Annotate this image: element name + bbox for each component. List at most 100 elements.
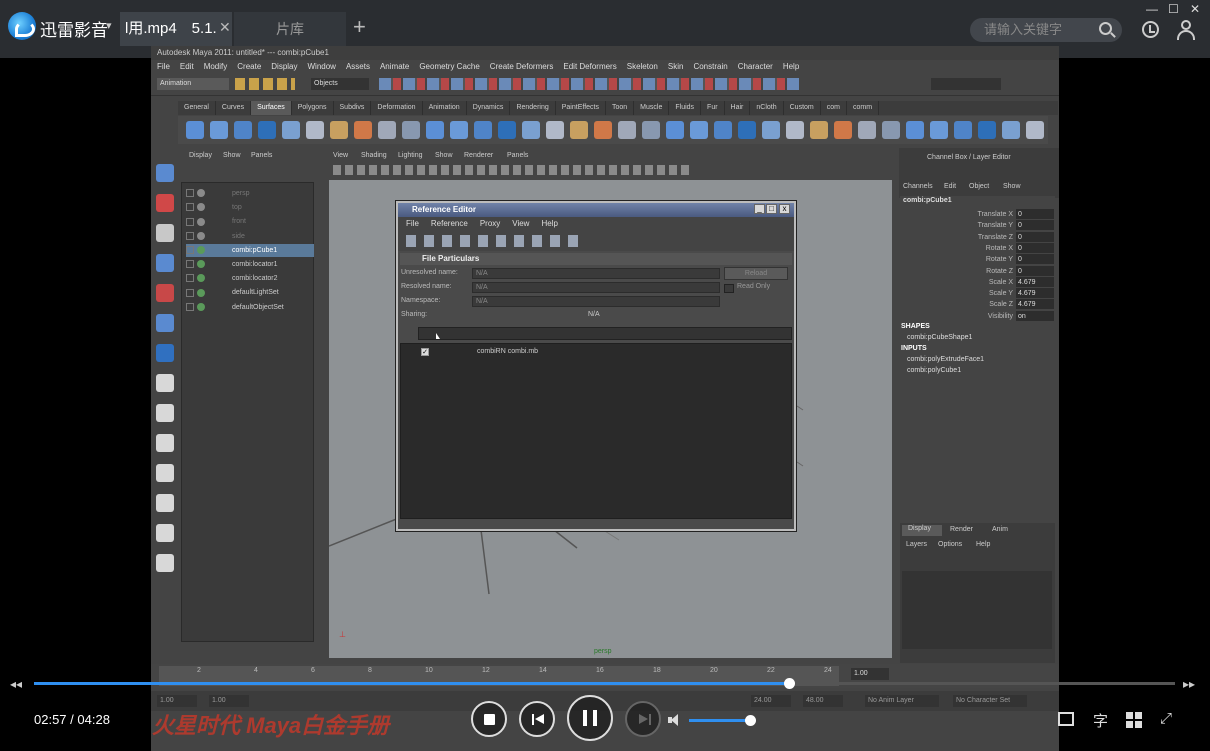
channel-value: 0 bbox=[1016, 209, 1054, 219]
previous-button[interactable] bbox=[519, 701, 555, 737]
field-label: Resolved name: bbox=[401, 283, 452, 290]
search-icon[interactable] bbox=[1099, 22, 1112, 35]
shelf-tool-icon bbox=[714, 121, 732, 139]
viewport-menu-item: Lighting bbox=[398, 152, 423, 159]
shelf-tabs: General Curves Surfaces Polygons Subdivs Defo… bbox=[178, 101, 1058, 115]
shelf-tab: Hair bbox=[725, 101, 751, 115]
shelf-tool-icon bbox=[234, 121, 252, 139]
viewport-menu-item: Show bbox=[435, 152, 453, 159]
channel-menu-item: Channels bbox=[903, 183, 933, 190]
close-window-icon[interactable]: ✕ bbox=[1190, 2, 1200, 16]
shelf-tab: Muscle bbox=[634, 101, 670, 115]
expand-icon bbox=[186, 260, 194, 269]
close-tab-icon[interactable]: ✕ bbox=[219, 19, 231, 36]
shelf-tool-icon bbox=[522, 121, 540, 139]
outliner-node-icon bbox=[197, 217, 205, 226]
viewport-toolbar-icons bbox=[333, 165, 693, 175]
outliner-item-label: combi:locator1 bbox=[232, 261, 278, 268]
outliner-menu-item: Panels bbox=[251, 152, 273, 159]
history-clock-icon[interactable] bbox=[1142, 21, 1159, 38]
volume-handle[interactable] bbox=[745, 715, 756, 726]
expand-icon bbox=[186, 231, 194, 240]
shelf-tool-icon bbox=[906, 121, 924, 139]
shelf-tab: Toon bbox=[606, 101, 635, 115]
outliner-list: persp top front side combi:pCube1 combi:locat… bbox=[181, 182, 314, 642]
shelf-tool-icon bbox=[1002, 121, 1020, 139]
fullscreen-icon[interactable]: ⤢ bbox=[1160, 710, 1172, 727]
maya-menu-item: Constrain bbox=[693, 62, 728, 71]
anim-layer-field: No Anim Layer bbox=[865, 695, 939, 707]
maya-menu-item: Skeleton bbox=[626, 62, 658, 71]
range-field: 24.00 bbox=[751, 695, 791, 707]
volume-icon[interactable] bbox=[668, 713, 682, 727]
tool-icon bbox=[156, 284, 174, 302]
shelf-tool-icon bbox=[618, 121, 636, 139]
pause-button[interactable] bbox=[567, 695, 613, 741]
volume-slider[interactable] bbox=[689, 715, 756, 726]
timeline-tick: 2 bbox=[197, 667, 201, 674]
maya-menu-item: Help bbox=[782, 62, 800, 71]
expand-icon bbox=[186, 274, 194, 283]
next-button[interactable] bbox=[625, 701, 661, 737]
fast-forward-icon[interactable]: ▸▸ bbox=[1183, 677, 1195, 691]
range-field: 48.00 bbox=[803, 695, 843, 707]
reference-item: combiRN combi.mb bbox=[477, 348, 539, 355]
app-logo-icon[interactable] bbox=[8, 12, 36, 40]
progress-bar[interactable] bbox=[34, 678, 1175, 689]
reference-editor-title: Reference Editor bbox=[398, 203, 794, 217]
reference-filter-field bbox=[418, 327, 792, 340]
maximize-icon[interactable]: ☐ bbox=[1168, 2, 1179, 16]
layer-list bbox=[902, 571, 1052, 649]
shelf-tab: Rendering bbox=[510, 101, 556, 115]
layer-tab: Anim bbox=[992, 526, 1008, 533]
tab-library[interactable]: 片库 bbox=[234, 12, 346, 46]
channel-object-name: combi:pCube1 bbox=[903, 197, 952, 204]
maya-status-line: Animation Objects bbox=[151, 74, 1059, 96]
maya-menu-item: Edit bbox=[179, 62, 194, 71]
layer-tab: Render bbox=[950, 526, 973, 533]
shelf-tool-icon bbox=[594, 121, 612, 139]
shelf-tool-icon bbox=[402, 121, 420, 139]
shelf-tool-icon bbox=[546, 121, 564, 139]
read-only-checkbox bbox=[724, 284, 734, 293]
shape-item: combi:pCubeShape1 bbox=[907, 334, 973, 341]
shelf-tool-icon bbox=[642, 121, 660, 139]
app-name[interactable]: 迅雷影音 bbox=[40, 16, 108, 41]
tool-icon bbox=[156, 374, 174, 392]
stop-button[interactable] bbox=[471, 701, 507, 737]
timeline-tick: 14 bbox=[539, 667, 547, 674]
range-field: 1.00 bbox=[209, 695, 249, 707]
viewport-camera-label: persp bbox=[594, 648, 612, 655]
ref-minimize-icon: _ bbox=[754, 204, 765, 214]
shelf-tab: Polygons bbox=[292, 101, 334, 115]
shelf-tab: Fluids bbox=[669, 101, 702, 115]
video-frame[interactable]: Autodesk Maya 2011: untitled* --- combi:… bbox=[151, 46, 1059, 751]
channel-value: 0 bbox=[1016, 242, 1054, 253]
volume-fill bbox=[689, 719, 750, 722]
minimize-icon[interactable]: — bbox=[1146, 2, 1158, 16]
screenshot-icon[interactable] bbox=[1058, 712, 1074, 726]
add-tab-icon[interactable]: + bbox=[353, 14, 366, 40]
timeline-tick: 12 bbox=[482, 667, 490, 674]
shelf-tool-icon bbox=[738, 121, 756, 139]
outliner-node-icon bbox=[197, 203, 205, 212]
app-menu-chevron-icon[interactable]: ▾ bbox=[106, 19, 112, 32]
maya-menu-item: Geometry Cache bbox=[419, 62, 480, 71]
tool-icon bbox=[156, 194, 174, 212]
maya-menu-bar: File Edit Modify Create Display Window Assets A… bbox=[151, 60, 1059, 74]
ref-menu-item: Reference bbox=[430, 219, 468, 228]
tool-icon bbox=[156, 344, 174, 362]
channel-label: Rotate Z bbox=[986, 267, 1013, 275]
rewind-icon[interactable]: ◂◂ bbox=[10, 677, 22, 691]
channel-menu-item: Object bbox=[969, 183, 990, 190]
playlist-grid-icon[interactable] bbox=[1126, 712, 1142, 728]
tab-current-video[interactable]: l用.mp4 5.1. bbox=[120, 12, 232, 46]
user-icon[interactable] bbox=[1177, 20, 1195, 40]
timeline-tick: 22 bbox=[767, 667, 775, 674]
inputs-header: INPUTS bbox=[901, 345, 927, 352]
channel-row: Translate X0 bbox=[900, 209, 1055, 220]
expand-icon bbox=[186, 189, 194, 198]
time-display: 02:57 / 04:28 bbox=[34, 712, 110, 727]
subtitle-button[interactable]: 字 bbox=[1093, 710, 1108, 731]
tool-box bbox=[151, 156, 181, 666]
